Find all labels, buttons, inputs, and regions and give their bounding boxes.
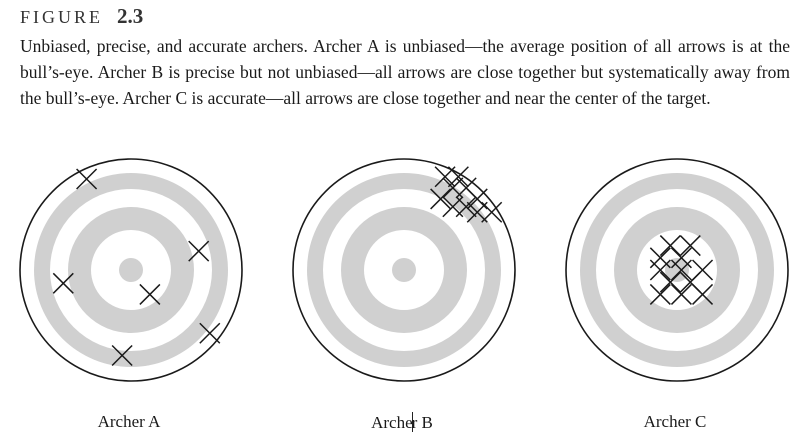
target-archer-a	[18, 157, 244, 383]
target-svg	[292, 158, 516, 382]
label-archer-c: Archer C	[555, 412, 795, 432]
target-archer-c	[564, 157, 790, 383]
label-text: Arche	[371, 413, 413, 432]
figure-caption: Unbiased, precise, and accurate archers.…	[20, 36, 790, 108]
target-archer-b	[291, 157, 517, 383]
figure-number: 2.3	[117, 4, 144, 28]
figure-heading: FIGURE 2.3	[20, 4, 143, 30]
label-text: Archer A	[97, 412, 161, 431]
target-svg	[19, 158, 243, 382]
label-archer-b: Archer B	[282, 412, 522, 433]
bulls-eye	[119, 258, 143, 282]
figure-word: FIGURE	[20, 7, 104, 27]
bulls-eye	[392, 258, 416, 282]
label-archer-a: Archer A	[9, 412, 249, 432]
label-text: Archer C	[643, 412, 707, 431]
target-svg	[565, 158, 789, 382]
label-text-rest: r B	[411, 413, 433, 432]
